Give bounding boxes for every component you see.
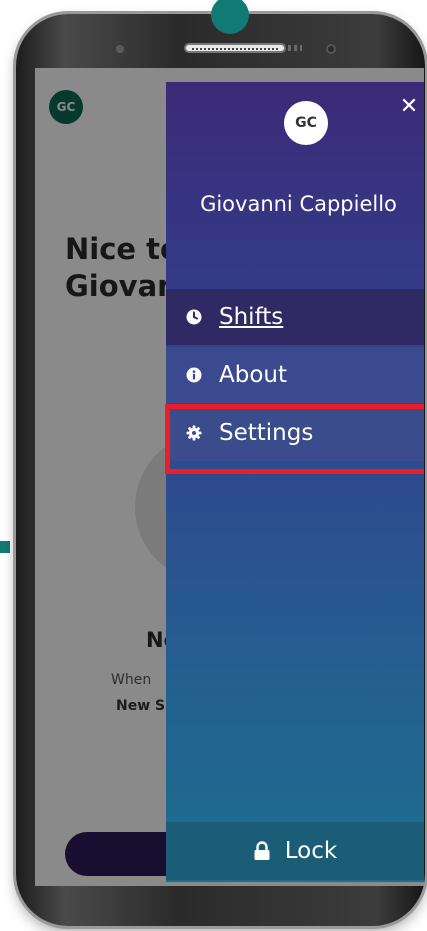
navigation-drawer: GC ✕ Giovanni Cappiello Shifts About Set… [165,82,424,882]
menu-item-label: Settings [219,420,314,446]
teal-indicator-line [0,541,10,553]
gear-icon [186,425,202,441]
menu-item-label: Shifts [219,304,284,330]
close-icon: ✕ [399,94,419,119]
close-button[interactable]: ✕ [397,95,421,119]
lock-label: Lock [284,838,338,864]
clock-icon [186,309,202,325]
front-camera [326,44,336,54]
info-icon [186,367,202,383]
menu-item-settings[interactable]: Settings [166,405,424,461]
menu-item-shifts[interactable]: Shifts [166,289,424,345]
lock-button[interactable]: Lock [166,822,424,880]
lock-icon [253,841,271,861]
speaker-dots [288,45,302,51]
drawer-avatar[interactable]: GC [284,101,328,145]
menu-item-about[interactable]: About [166,347,424,403]
user-name: Giovanni Cappiello [200,192,397,216]
menu-item-label: About [219,362,288,388]
earpiece-speaker [184,43,286,53]
phone-screen: GC Nice to Giovan No When New S GC ✕ Gio… [35,68,424,886]
phone-frame: GC Nice to Giovan No When New S GC ✕ Gio… [16,14,425,926]
sensor-dot [116,45,124,53]
